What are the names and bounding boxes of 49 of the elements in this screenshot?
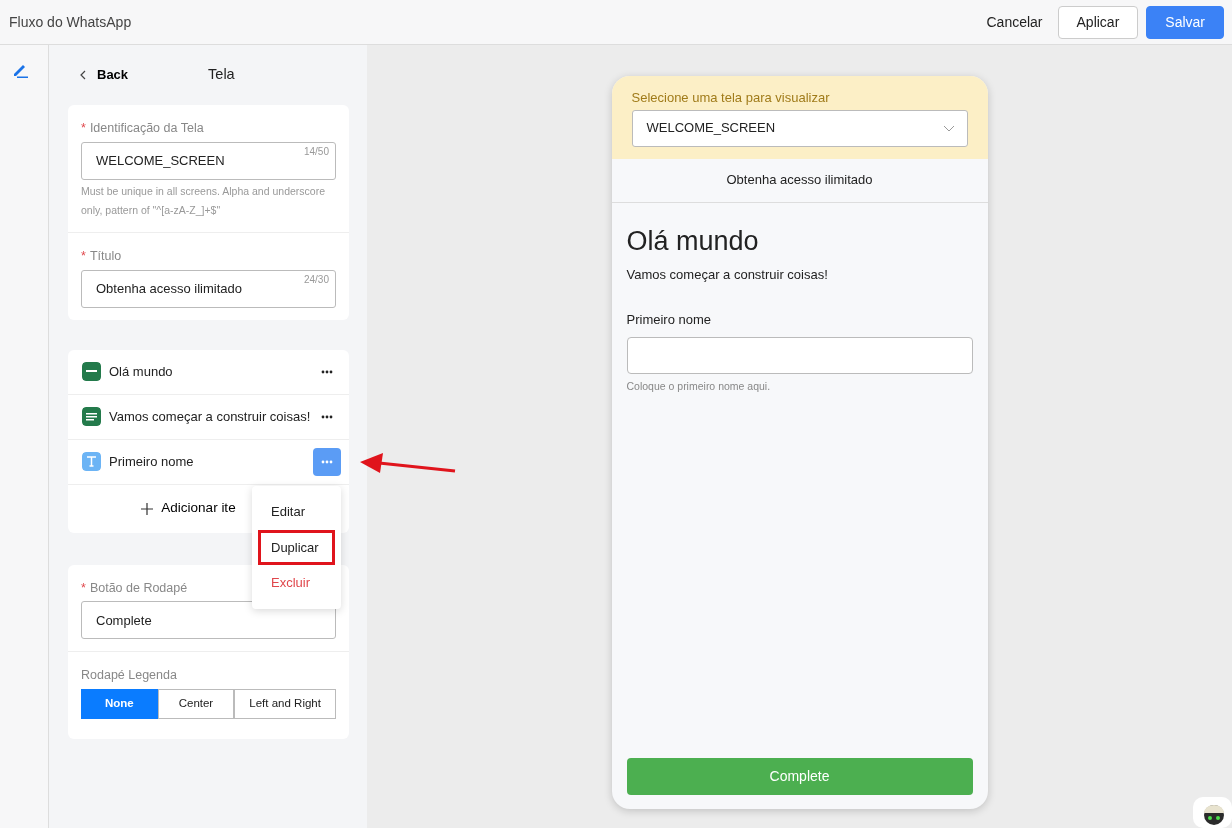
required-mark: * bbox=[81, 121, 86, 135]
menu-item[interactable]: Excluir bbox=[258, 565, 335, 601]
text-field[interactable]: WELCOME_SCREEN 14/50 bbox=[81, 141, 336, 180]
add-item-button[interactable]: Adicionar ite bbox=[141, 498, 236, 519]
more-icon bbox=[321, 414, 333, 419]
header-button[interactable]: Aplicar bbox=[1057, 5, 1139, 39]
screen-select[interactable]: WELCOME_SCREEN bbox=[631, 109, 968, 147]
preview-text: Vamos começar a construir coisas! bbox=[626, 265, 829, 284]
input-label: Primeiro nome bbox=[626, 311, 713, 329]
back-button[interactable]: Back bbox=[77, 65, 129, 85]
chevron-down-icon bbox=[942, 124, 955, 132]
required-mark: * bbox=[81, 248, 86, 263]
field-label: Botão de Rodapé bbox=[89, 580, 188, 595]
app-title: Fluxo do WhatsApp bbox=[9, 12, 132, 32]
segment-option[interactable]: Left and Right bbox=[234, 689, 336, 719]
header-button[interactable]: Cancelar bbox=[979, 5, 1050, 39]
paragraph-icon bbox=[82, 407, 101, 426]
menu-item[interactable]: Duplicar bbox=[258, 529, 335, 565]
robot-assistant-icon[interactable] bbox=[1193, 797, 1232, 828]
screen-title: Obtenha acesso ilimitado bbox=[611, 158, 988, 203]
panel-title: Tela bbox=[208, 65, 235, 85]
header-button[interactable]: Salvar bbox=[1146, 5, 1224, 39]
character-counter: 24/30 bbox=[303, 272, 329, 287]
text-input-icon bbox=[82, 452, 101, 471]
heading-icon bbox=[82, 362, 101, 381]
plus-icon bbox=[141, 502, 154, 515]
input-help: Coloque o primeiro nome aqui. bbox=[626, 378, 772, 394]
name-input[interactable] bbox=[626, 336, 973, 374]
item-label[interactable]: Vamos começar a construir coisas! bbox=[109, 406, 313, 427]
menu-item[interactable]: Editar bbox=[258, 494, 335, 530]
item-label[interactable]: Primeiro nome bbox=[109, 451, 313, 472]
help-text: Must be unique in all screens. Alpha and underscore only, pattern of "^[a-zA-Z_]+$" bbox=[81, 183, 326, 218]
field-value: WELCOME_SCREEN bbox=[96, 152, 225, 170]
required-mark: * bbox=[81, 580, 86, 595]
select-label: Selecione uma tela para visualizar bbox=[631, 89, 831, 107]
segment-option[interactable]: None bbox=[81, 689, 158, 719]
text-field[interactable]: Obtenha acesso ilimitado 24/30 bbox=[81, 269, 336, 308]
character-counter: 14/50 bbox=[303, 144, 329, 159]
field-label: Identificação da Tela bbox=[89, 121, 204, 135]
field-value: Obtenha acesso ilimitado bbox=[96, 279, 242, 298]
preview-heading: Olá mundo bbox=[626, 224, 760, 257]
field-label: Título bbox=[89, 248, 122, 263]
segment-option[interactable]: Center bbox=[157, 689, 235, 719]
more-button[interactable] bbox=[313, 447, 341, 476]
select-value: WELCOME_SCREEN bbox=[646, 119, 776, 138]
more-icon bbox=[321, 369, 333, 374]
more-icon bbox=[321, 459, 333, 464]
item-label[interactable]: Olá mundo bbox=[109, 361, 313, 382]
field-label: Rodapé Legenda bbox=[81, 667, 178, 685]
